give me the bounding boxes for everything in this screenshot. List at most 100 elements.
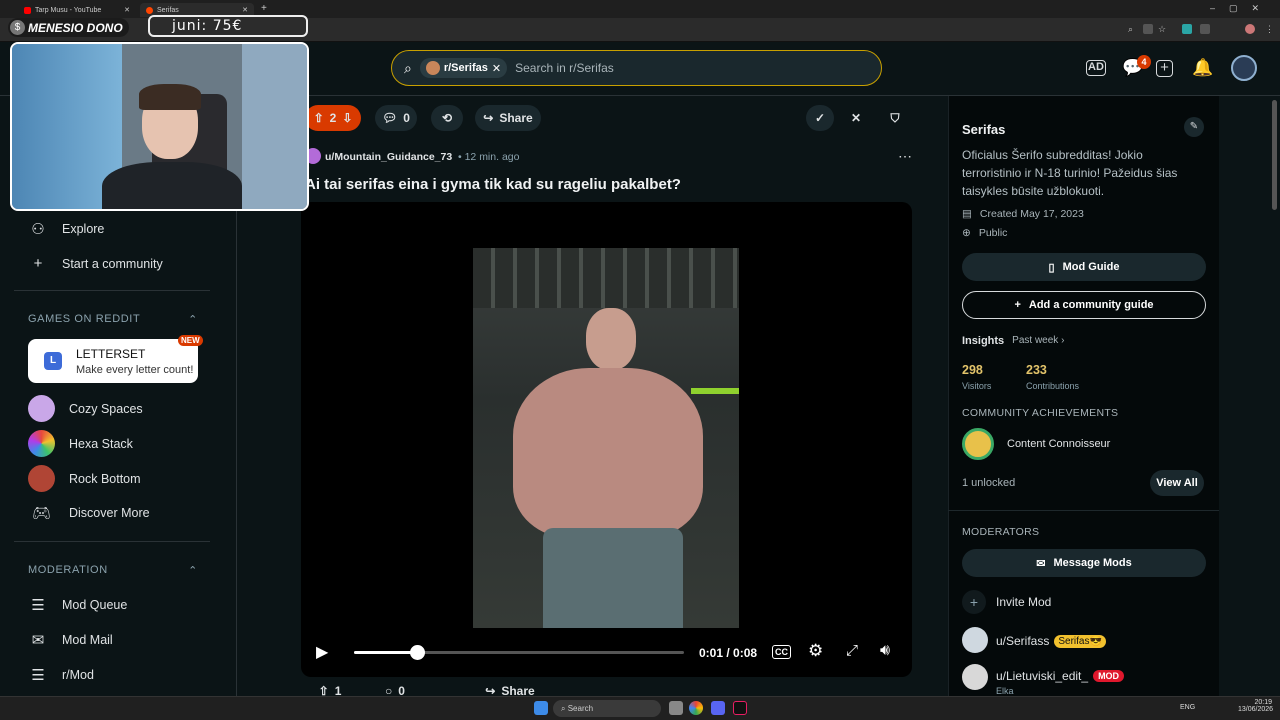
approve-button[interactable]: ✓ bbox=[806, 105, 834, 131]
mod-subtitle: Elka bbox=[996, 686, 1014, 696]
remove-button[interactable]: ✕ bbox=[843, 105, 869, 131]
plus-icon[interactable]: + bbox=[962, 590, 986, 614]
search-bar[interactable]: ⌕ r/Serifas ✕ Search in r/Serifas bbox=[391, 50, 882, 86]
insights-period[interactable]: Past week › bbox=[1012, 335, 1064, 347]
mod-entry[interactable]: u/Lietuviski_edit_ MOD bbox=[996, 669, 1125, 683]
crosspost-icon: ⟲ bbox=[441, 111, 453, 125]
sidebar-game-rock-bottom[interactable]: Rock Bottom bbox=[28, 465, 141, 492]
mod-entry[interactable]: u/Serifass Serifas😎 bbox=[996, 634, 1106, 648]
clock-time: 20:19 bbox=[1254, 699, 1272, 706]
fullscreen-icon[interactable]: ⤢ bbox=[846, 642, 858, 659]
sidebar-item-explore[interactable]: ⚇ Explore bbox=[28, 220, 104, 238]
language-indicator[interactable]: ENG bbox=[1180, 704, 1195, 711]
community-description: Oficialus Šerifo subredditas! Jokio terr… bbox=[962, 148, 1178, 198]
sidebar-item-mod-mail[interactable]: ✉ Mod Mail bbox=[28, 631, 113, 649]
volume-icon[interactable]: 🔊︎ bbox=[880, 642, 890, 660]
sidebar-item-mod-queue[interactable]: ☰ Mod Queue bbox=[28, 596, 127, 614]
post-title[interactable]: Ai tai serifas eina i gyma tik kad su ra… bbox=[305, 176, 905, 193]
taskview-icon[interactable] bbox=[669, 701, 683, 715]
create-icon[interactable]: + bbox=[1156, 60, 1173, 77]
comment-icon: 💬︎ bbox=[382, 111, 398, 125]
chrome-icon[interactable] bbox=[689, 701, 703, 715]
moderation-section-header[interactable]: MODERATION ⌃ bbox=[28, 564, 198, 577]
sidebar-item-label: Discover More bbox=[69, 506, 150, 520]
notification-icon[interactable]: 🔔 bbox=[1191, 57, 1215, 79]
mod-guide-button[interactable]: ▯ Mod Guide bbox=[962, 253, 1206, 281]
settings-icon[interactable]: ⚙ bbox=[808, 641, 823, 661]
share-button[interactable]: ↪ Share bbox=[475, 105, 541, 131]
video-time: 0:01 / 0:08 bbox=[699, 646, 758, 660]
insights-row[interactable]: Insights Past week › bbox=[962, 335, 1064, 347]
extension-icon[interactable] bbox=[1143, 24, 1153, 34]
new-tab-button[interactable]: + bbox=[261, 3, 267, 14]
view-all-button[interactable]: View All bbox=[1150, 470, 1204, 496]
letterset-icon: L bbox=[44, 352, 62, 370]
tiktok-icon[interactable] bbox=[733, 701, 747, 715]
sidebar-item-r-mod[interactable]: ☰ r/Mod bbox=[28, 666, 94, 684]
crosspost-button[interactable]: ⟲ bbox=[431, 105, 463, 131]
edit-icon[interactable]: ✎ bbox=[1184, 117, 1204, 137]
vote-buttons[interactable]: ⇧ 2 ⇩ bbox=[305, 105, 361, 131]
chevron-up-icon[interactable]: ⌃ bbox=[188, 564, 198, 577]
mail-icon: ✉ bbox=[1036, 557, 1046, 570]
featured-game-card[interactable]: L LETTERSET Make every letter count! bbox=[28, 339, 198, 383]
comment-count: 0 bbox=[403, 111, 410, 125]
mod-shield-button[interactable]: ⛉ bbox=[882, 105, 908, 131]
gym-light bbox=[691, 388, 739, 394]
close-tab-icon[interactable]: ✕ bbox=[124, 6, 130, 14]
sidebar-discover-more[interactable]: 🎮︎ Discover More bbox=[28, 504, 150, 522]
youtube-icon bbox=[24, 6, 31, 14]
sidebar-game-cozy-spaces[interactable]: Cozy Spaces bbox=[28, 395, 143, 422]
taskbar-search[interactable]: ⌕ Search bbox=[553, 700, 661, 717]
video-progress-track[interactable] bbox=[354, 645, 684, 660]
upvote-icon[interactable]: ⇧ bbox=[314, 111, 324, 125]
clock[interactable]: 20:19 13/06/2026 bbox=[1238, 699, 1273, 713]
share-icon: ↪ bbox=[485, 684, 496, 696]
subreddit-chip[interactable]: r/Serifas ✕ bbox=[419, 58, 508, 78]
close-icon[interactable]: ✕ bbox=[492, 62, 501, 75]
post-author[interactable]: u/Mountain_Guidance_73 bbox=[325, 151, 452, 163]
play-icon[interactable]: ▶ bbox=[316, 642, 332, 661]
extension-icon[interactable] bbox=[1200, 24, 1210, 34]
video-scrubber[interactable] bbox=[409, 645, 425, 660]
games-section-header[interactable]: GAMES ON REDDIT ⌃ bbox=[28, 313, 198, 326]
profile-icon[interactable] bbox=[1245, 24, 1255, 34]
chevron-up-icon[interactable]: ⌃ bbox=[188, 313, 198, 326]
avatar[interactable] bbox=[1231, 55, 1257, 81]
mod-name[interactable]: u/Lietuviski_edit_ bbox=[996, 669, 1088, 683]
ad-icon[interactable]: AD bbox=[1086, 60, 1106, 76]
next-post-vote-buttons[interactable]: ⇧ 1 bbox=[305, 684, 355, 696]
add-guide-button[interactable]: + Add a community guide bbox=[962, 291, 1206, 319]
captions-icon[interactable]: CC bbox=[772, 645, 791, 659]
window-controls[interactable]: –▢✕ bbox=[1210, 3, 1273, 14]
invite-mod-link[interactable]: Invite Mod bbox=[996, 595, 1051, 609]
comments-button[interactable]: 💬︎ 0 bbox=[375, 105, 417, 131]
more-options-icon[interactable]: ⋯ bbox=[898, 148, 912, 165]
upvote-icon[interactable]: ⇧ bbox=[319, 684, 329, 696]
sidebar-item-start-community[interactable]: + Start a community bbox=[28, 255, 163, 272]
tab-youtube[interactable]: Tarp Musu - YouTube ✕ bbox=[18, 3, 136, 17]
video-frame[interactable] bbox=[473, 248, 739, 628]
extension-icon[interactable] bbox=[1182, 24, 1192, 34]
sidebar-game-hexa-stack[interactable]: Hexa Stack bbox=[28, 430, 133, 457]
next-post-comments[interactable]: ○ 0 bbox=[380, 684, 410, 696]
zoom-icon[interactable]: ⌕ bbox=[1128, 24, 1138, 34]
windows-start-icon[interactable] bbox=[534, 701, 548, 715]
menu-icon[interactable]: ⋮ bbox=[1265, 24, 1275, 34]
message-mods-button[interactable]: ✉ Message Mods bbox=[962, 549, 1206, 577]
mod-name[interactable]: u/Serifass bbox=[996, 634, 1049, 648]
search-placeholder[interactable]: Search in r/Serifas bbox=[515, 61, 614, 75]
close-tab-icon[interactable]: ✕ bbox=[242, 6, 248, 14]
divider bbox=[14, 541, 210, 542]
mod-avatar[interactable] bbox=[962, 627, 988, 653]
shield-icon: ⛉ bbox=[890, 110, 900, 125]
scrollbar[interactable] bbox=[1272, 100, 1277, 210]
close-icon: ✕ bbox=[850, 111, 862, 125]
discord-icon[interactable] bbox=[711, 701, 725, 715]
star-icon[interactable]: ☆ bbox=[1158, 24, 1168, 34]
downvote-icon[interactable]: ⇩ bbox=[342, 111, 352, 125]
visitors-label: Visitors bbox=[962, 381, 992, 391]
mod-avatar[interactable] bbox=[962, 664, 988, 690]
next-post-share[interactable]: ↪ Share bbox=[480, 684, 540, 696]
book-icon: ▯ bbox=[1048, 261, 1055, 274]
